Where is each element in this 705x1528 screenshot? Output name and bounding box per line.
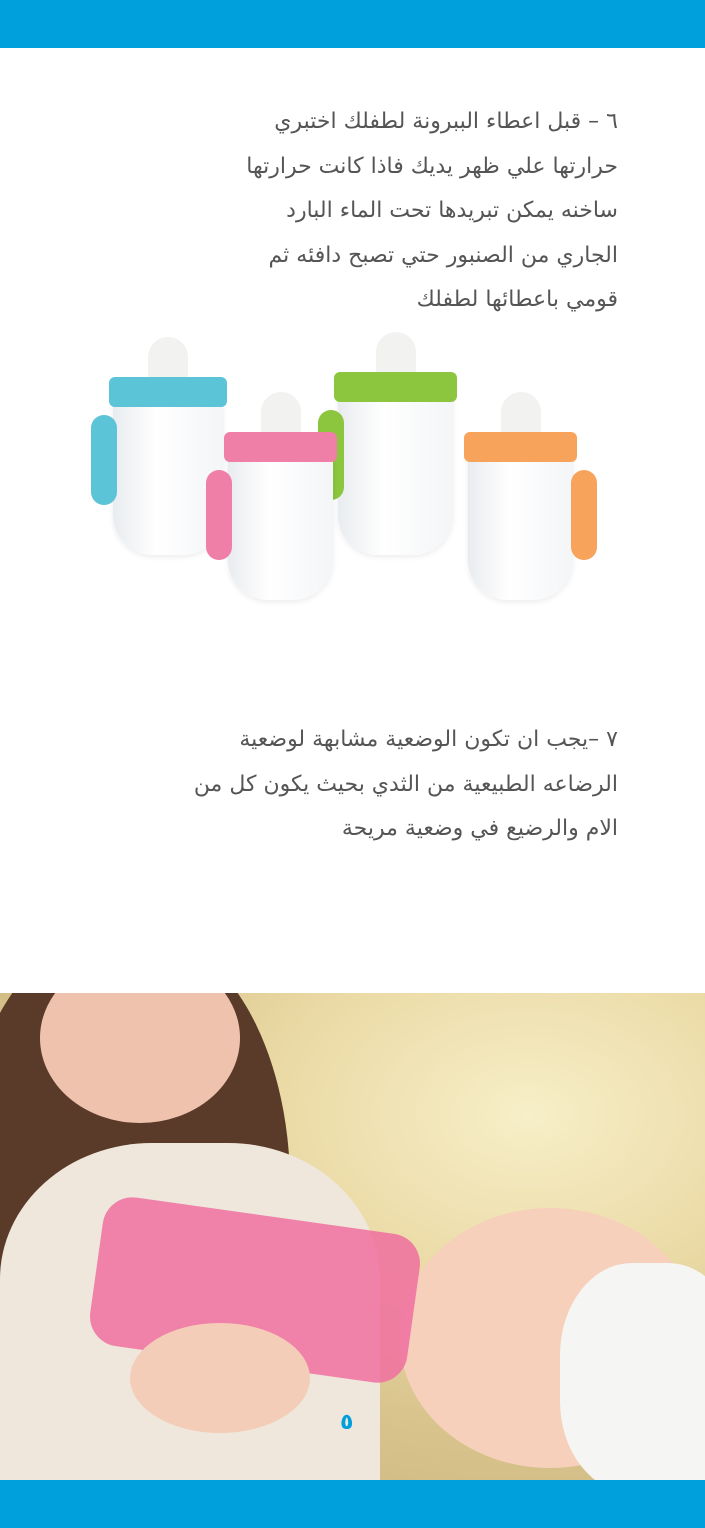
top-banner [0,0,705,48]
instruction-6: ٦ – قبل اعطاء الببرونة لطفلك اختبري حرار… [246,100,618,323]
page-number: ٥ [340,1410,354,1435]
mother-feeding-baby-photo [0,993,705,1480]
hands [130,1323,310,1433]
text-line: ساخنه يمكن تبريدها تحت الماء البارد [286,198,618,223]
cup-green [318,332,457,555]
cup-orange [464,392,597,600]
pillow [560,1263,705,1480]
cup-pink [206,392,337,600]
text-line: حرارتها علي ظهر يديك فاذا كانت حرارتها [246,153,618,179]
text-line: ٦ – قبل اعطاء الببرونة لطفلك اختبري [274,109,618,134]
instruction-7: ٧ –يجب ان تكون الوضعية مشابهة لوضعية الر… [194,718,618,852]
text-line: الرضاعه الطبيعية من الثدي بحيث يكون كل م… [193,771,618,797]
text-line: ٧ –يجب ان تكون الوضعية مشابهة لوضعية [239,727,618,752]
sippy-cups-image [88,332,608,610]
bottom-banner [0,1480,705,1528]
text-line: قومي باعطائها لطفلك [416,287,618,312]
text-line: الجاري من الصنبور حتي تصبح دافئه ثم [268,242,618,268]
text-line: الام والرضيع في وضعية مريحة [341,816,618,841]
